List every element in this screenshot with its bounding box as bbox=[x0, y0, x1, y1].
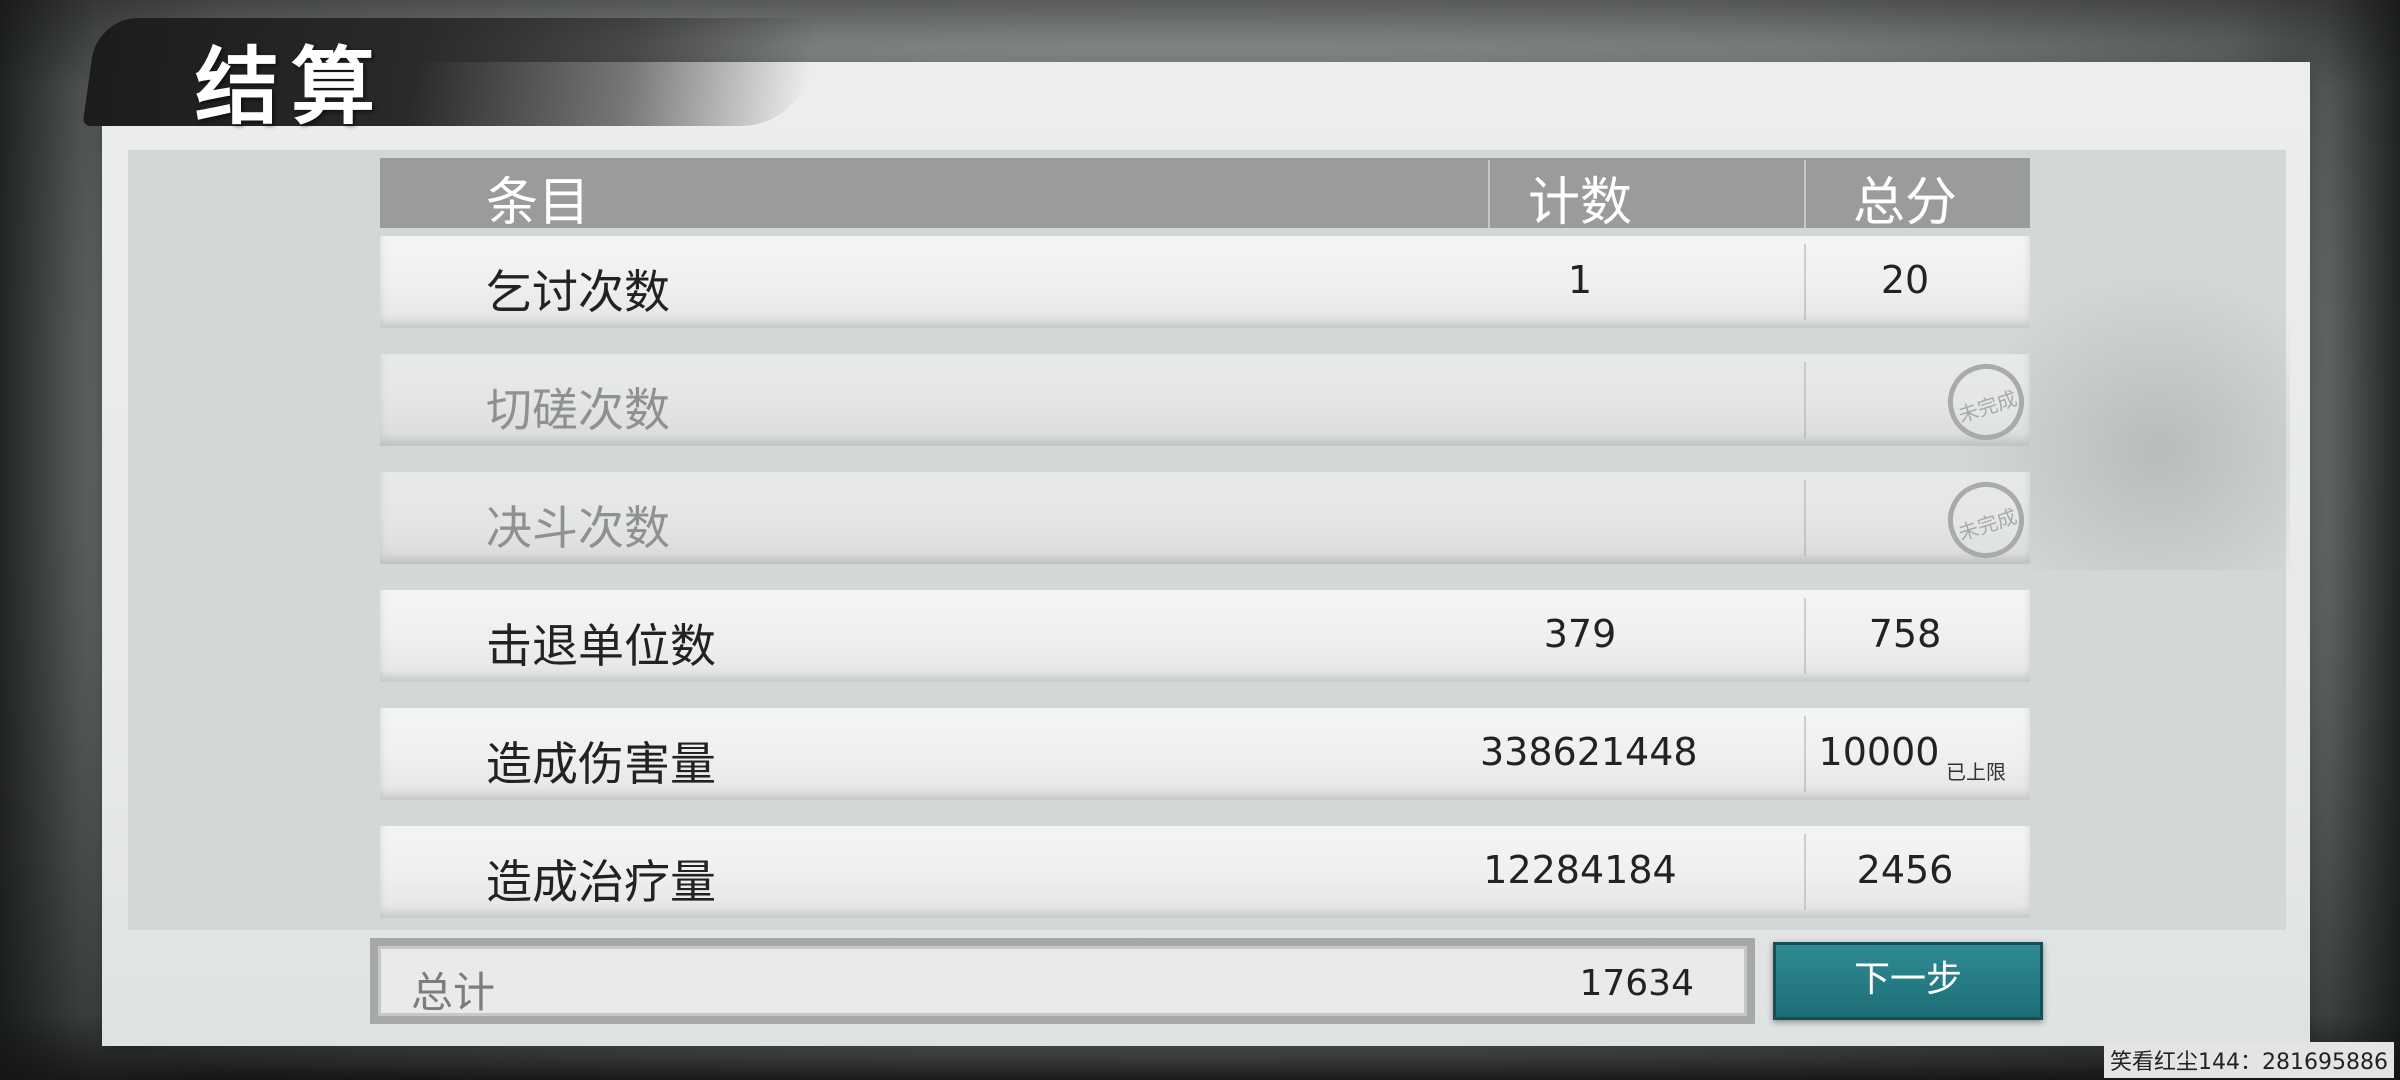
total-bar: 总计 17634 bbox=[370, 938, 1755, 1024]
table-row: 击退单位数 379 758 bbox=[380, 590, 2030, 682]
total-inner: 总计 17634 bbox=[378, 946, 1747, 1017]
row-count: 379 bbox=[1543, 612, 1617, 656]
cap-reached-note: 已上限 bbox=[1946, 760, 2006, 784]
row-count: 338621448 bbox=[1480, 730, 1698, 774]
row-label: 决斗次数 bbox=[486, 501, 670, 555]
row-divider bbox=[1804, 362, 1806, 438]
row-divider bbox=[1804, 598, 1806, 674]
row-label: 切磋次数 bbox=[486, 383, 670, 437]
table-row: 乞讨次数 1 20 bbox=[380, 236, 2030, 328]
header-divider bbox=[1804, 160, 1806, 228]
total-label: 总计 bbox=[411, 968, 496, 1017]
settlement-table: 条目 计数 总分 乞讨次数 1 20 切磋次数 未完成 决斗次数 未完成 击退单… bbox=[380, 158, 2034, 918]
total-value: 17634 bbox=[1579, 963, 1694, 1004]
row-score: 758 bbox=[1868, 612, 1942, 656]
header-score: 总分 bbox=[1852, 173, 1957, 233]
row-divider bbox=[1804, 834, 1806, 910]
row-divider bbox=[1804, 480, 1806, 556]
next-step-button[interactable]: 下一步 bbox=[1773, 942, 2043, 1020]
table-row: 切磋次数 未完成 bbox=[380, 354, 2034, 450]
row-score: 2456 bbox=[1856, 848, 1954, 892]
table-header: 条目 计数 总分 bbox=[380, 158, 2030, 233]
row-label: 造成伤害量 bbox=[486, 737, 716, 791]
player-id-text: 笑看红尘144：281695886 bbox=[2104, 1042, 2394, 1078]
table-row: 决斗次数 未完成 bbox=[380, 472, 2034, 568]
incomplete-stamp-icon: 未完成 bbox=[1938, 472, 2034, 568]
row-label: 击退单位数 bbox=[486, 619, 716, 673]
incomplete-stamp-icon: 未完成 bbox=[1938, 354, 2034, 450]
table-row: 造成治疗量 12284184 2456 bbox=[380, 826, 2030, 918]
row-divider bbox=[1804, 244, 1806, 320]
header-item: 条目 bbox=[486, 173, 591, 233]
row-count: 12284184 bbox=[1483, 848, 1677, 892]
title-brush-stroke bbox=[82, 18, 818, 126]
row-score: 20 bbox=[1880, 258, 1930, 302]
row-label: 造成治疗量 bbox=[486, 855, 716, 909]
page-title: 结算 bbox=[195, 37, 388, 136]
table-row: 造成伤害量 338621448 10000 已上限 bbox=[380, 708, 2030, 800]
header-count: 计数 bbox=[1527, 173, 1632, 233]
row-label: 乞讨次数 bbox=[486, 265, 670, 319]
row-score: 10000 bbox=[1818, 730, 1940, 774]
row-count: 1 bbox=[1567, 258, 1593, 302]
